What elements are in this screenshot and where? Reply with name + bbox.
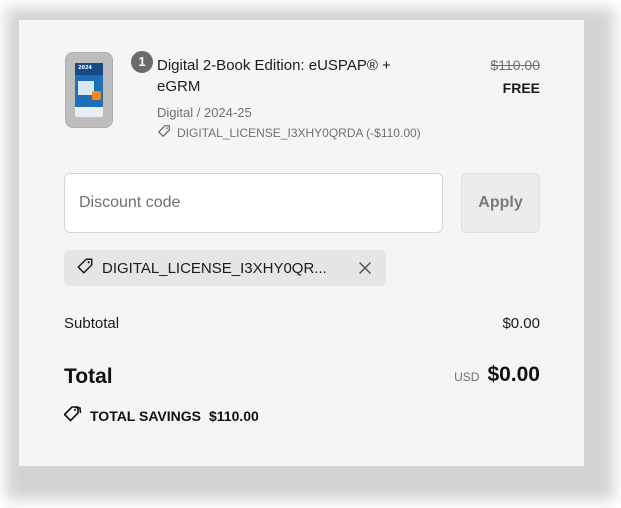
line-item-discount-text: DIGITAL_LICENSE_I3XHY0QRDA (-$110.00) [177,125,421,140]
total-label: Total [64,365,113,388]
product-thumbnail: 2024 [65,52,113,128]
final-price: FREE [502,80,540,96]
product-variant: Digital / 2024-25 [157,105,252,120]
currency-code: USD [454,370,480,384]
order-summary-card: 2024 1 Digital 2-Book Edition: eUSPAP® +… [19,20,584,466]
applied-code-text: DIGITAL_LICENSE_I3XHY0QR... [102,259,327,277]
applied-discount-chip: DIGITAL_LICENSE_I3XHY0QR... [64,250,386,286]
total-amount: USD $0.00 [454,363,540,387]
savings-value: $110.00 [208,407,259,424]
quantity-badge: 1 [129,49,155,75]
tags-icon [63,405,82,426]
subtotal-label: Subtotal [64,315,120,332]
tag-icon [76,257,94,279]
total-savings: TOTAL SAVINGS $110.00 [63,405,259,426]
original-price: $110.00 [490,57,540,73]
close-icon[interactable] [356,259,374,277]
discount-code-input[interactable] [64,173,443,233]
subtotal-value: $0.00 [502,315,540,332]
cover-year: 2024 [78,65,92,71]
product-title: Digital 2-Book Edition: eUSPAP® + eGRM [157,57,391,95]
total-value: $0.00 [487,363,540,386]
savings-label: TOTAL SAVINGS [90,407,201,424]
book-cover-image: 2024 [75,63,103,117]
tag-icon [157,124,171,141]
apply-button[interactable]: Apply [461,173,540,233]
line-item-discount: DIGITAL_LICENSE_I3XHY0QRDA (-$110.00) [157,124,421,141]
